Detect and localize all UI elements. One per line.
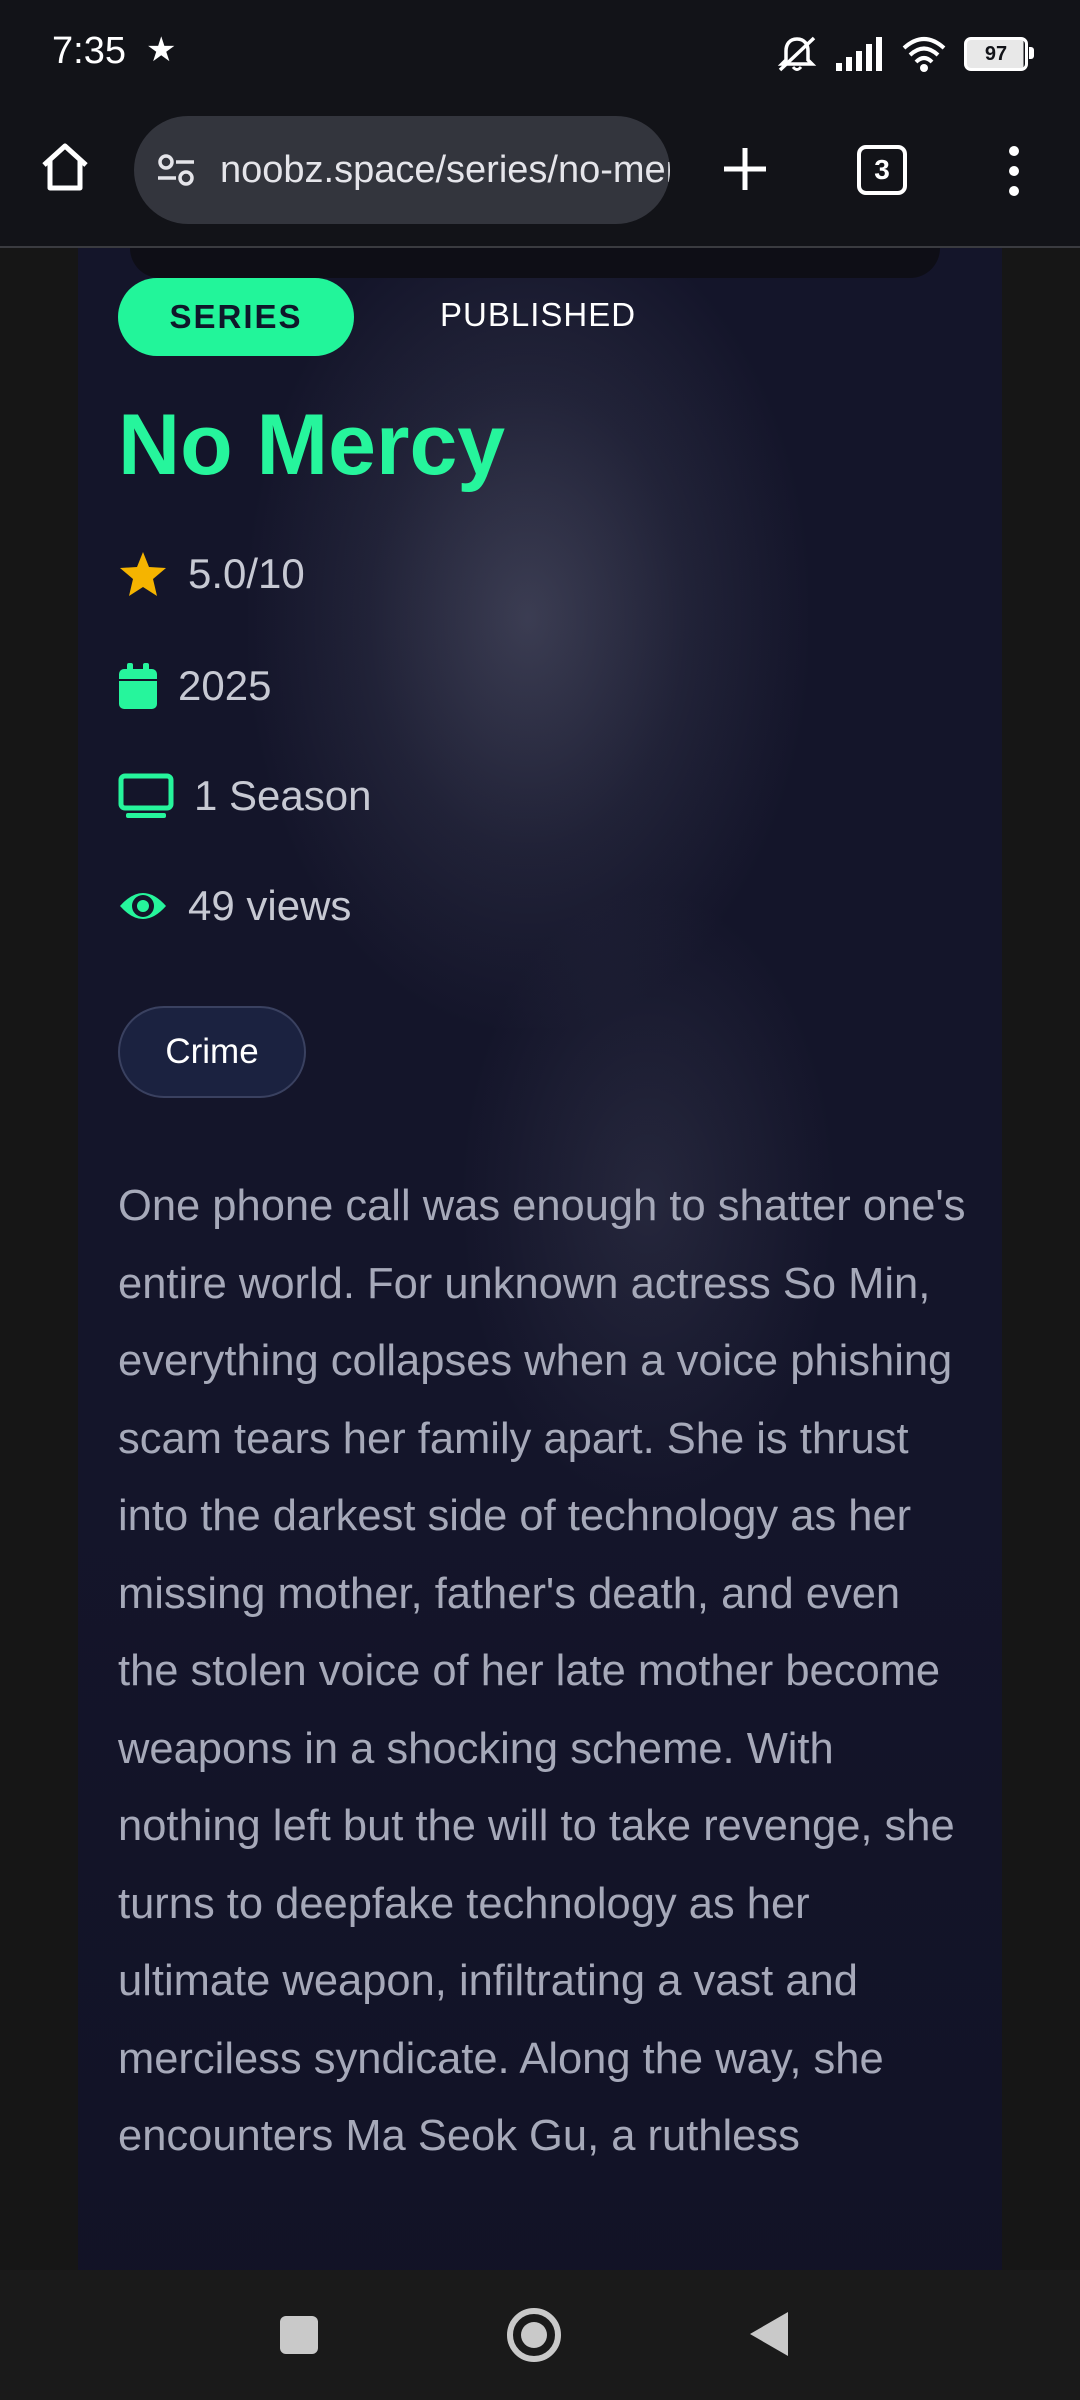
page-title: No Mercy <box>118 397 506 493</box>
home-icon[interactable] <box>36 138 94 196</box>
year-row: 2025 <box>118 662 271 710</box>
tabs-icon[interactable]: 3 <box>857 145 907 195</box>
poster-edge <box>130 248 940 278</box>
rating-row: 5.0/10 <box>118 550 305 598</box>
seasons-value: 1 Season <box>194 772 372 819</box>
rating-value: 5.0/10 <box>188 550 305 597</box>
star-icon <box>120 552 166 596</box>
plus-icon[interactable] <box>718 142 772 196</box>
views-row: 49 views <box>118 882 351 930</box>
back-icon[interactable] <box>748 2310 790 2358</box>
star-icon: ★ <box>146 31 177 69</box>
mute-icon <box>777 36 817 72</box>
views-value: 49 views <box>188 882 352 929</box>
url-text[interactable]: noobz.space/series/no-mercy <box>220 149 670 192</box>
recents-icon[interactable] <box>280 2316 318 2354</box>
signal-icon <box>836 37 882 71</box>
wifi-icon <box>902 37 946 72</box>
address-bar[interactable]: noobz.space/series/no-mercy <box>134 116 670 224</box>
site-settings-icon[interactable] <box>152 146 200 194</box>
status-time: 7:35 <box>52 30 126 72</box>
tv-icon <box>118 773 174 818</box>
page-content[interactable]: SERIES PUBLISHED No Mercy 5.0/10 2025 1 … <box>0 248 1080 2270</box>
status-bar: 7:35 ★ 97 <box>0 0 1080 108</box>
status-icons: 97 <box>776 34 1034 74</box>
synopsis: One phone call was enough to shatter one… <box>118 1182 966 2160</box>
home-circle-icon[interactable] <box>506 2307 562 2363</box>
status-badge: PUBLISHED <box>440 296 637 333</box>
browser-toolbar: noobz.space/series/no-mercy 3 <box>0 108 1080 248</box>
genre-tag[interactable]: Crime <box>118 1006 306 1098</box>
system-nav-bar <box>0 2270 1080 2400</box>
more-vert-icon[interactable] <box>1000 144 1028 198</box>
type-badge: SERIES <box>118 278 354 356</box>
seasons-row: 1 Season <box>118 772 371 820</box>
calendar-icon <box>119 663 157 709</box>
year-value: 2025 <box>178 662 272 709</box>
battery-icon: 97 <box>964 37 1034 71</box>
eye-icon <box>120 893 166 919</box>
